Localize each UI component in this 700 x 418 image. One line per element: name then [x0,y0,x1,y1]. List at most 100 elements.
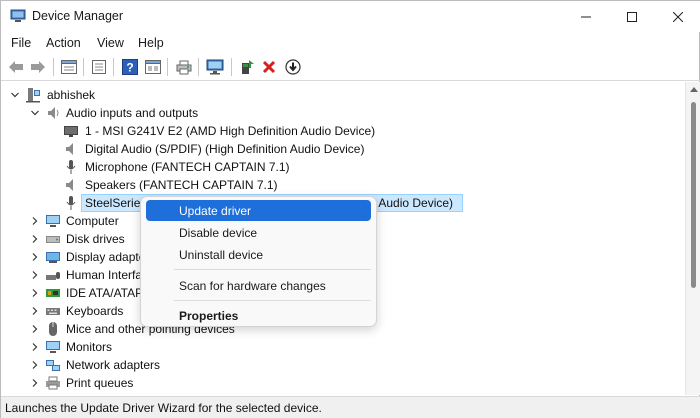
back-button[interactable] [6,57,26,77]
tree-category-label: Audio inputs and outputs [66,106,199,120]
chevron-right-icon[interactable] [29,341,41,353]
context-scan-hardware[interactable]: Scan for hardware changes [146,275,371,296]
properties-sheet-button[interactable] [89,57,109,77]
window-title: Device Manager [32,9,124,23]
maximize-button[interactable] [609,1,655,32]
forward-button[interactable] [28,57,48,77]
tree-category-audio[interactable]: Audio inputs and outputs [1,104,685,122]
keyboard-mouse-icon [46,272,60,280]
maximize-icon [627,11,637,22]
chevron-right-icon[interactable] [29,269,41,281]
chevron-down-icon[interactable] [9,89,21,101]
menu-view[interactable]: View [97,36,124,50]
update-driver-icon [242,60,254,74]
context-uninstall-device[interactable]: Uninstall device [146,244,371,265]
properties-grid-icon [61,60,77,74]
menu-help[interactable]: Help [138,36,164,50]
status-bar: Launches the Update Driver Wizard for th… [1,396,700,418]
title-bar[interactable]: Device Manager [1,1,700,32]
chevron-right-icon[interactable] [29,287,41,299]
chevron-right-icon[interactable] [29,233,41,245]
properties-sheet-icon [92,60,106,74]
help-button[interactable]: ? [120,57,140,77]
uninstall-button[interactable] [259,57,279,77]
chevron-right-icon[interactable] [29,215,41,227]
tree-device-row[interactable]: Microphone (FANTECH CAPTAIN 7.1) [1,158,685,176]
toolbar-separator [113,58,114,76]
speaker-icon [66,143,73,155]
print-icon [176,60,192,75]
tree-category-label: Human Interfa [66,268,143,282]
chevron-down-icon[interactable] [29,107,41,119]
tree-device-row[interactable]: Digital Audio (S/PDIF) (High Definition … [1,140,685,158]
tree-category-label: Keyboards [66,304,124,318]
ide-controller-icon [46,289,60,297]
context-separator [174,300,371,301]
microphone-icon [66,196,76,210]
tree-category-network[interactable]: Network adapters [1,356,685,374]
speaker-icon [48,107,59,119]
forward-icon [31,61,45,73]
context-menu: Update driver Disable device Uninstall d… [140,196,377,327]
svg-text:?: ? [126,61,133,75]
scroll-up-button[interactable] [686,84,700,94]
scrollbar-thumb[interactable] [691,102,696,288]
minimize-button[interactable] [563,1,609,32]
tree-category-label: IDE ATA/ATAPI [66,286,147,300]
chevron-right-icon[interactable] [29,251,41,263]
tree-device-label: SteelSeries [85,196,147,210]
context-update-driver[interactable]: Update driver [146,200,371,221]
chevron-right-icon[interactable] [29,305,41,317]
help-icon: ? [122,59,138,75]
close-icon [673,11,683,22]
tree-device-label: Digital Audio (S/PDIF) (High Definition … [85,142,365,156]
toolbar-separator [53,58,54,76]
tree-category-monitors[interactable]: Monitors [1,338,685,356]
tree-category-label: Print queues [66,376,134,390]
close-button[interactable] [655,1,700,32]
chevron-up-icon [689,87,698,92]
status-text: Launches the Update Driver Wizard for th… [5,401,322,415]
download-icon [285,59,301,75]
context-item-label: Uninstall device [179,248,264,262]
scan-hardware-button[interactable] [205,57,225,77]
print-button[interactable] [174,57,194,77]
monitor-scan-icon [206,59,224,75]
tree-category-label: Computer [66,214,119,228]
chevron-right-icon[interactable] [29,359,41,371]
show-hidden-button[interactable] [143,57,163,77]
menu-action[interactable]: Action [46,36,81,50]
speaker-icon [66,179,73,191]
context-disable-device[interactable]: Disable device [146,222,371,243]
tree-root-label: abhishek [47,88,96,102]
tree-device-row[interactable]: 1 - MSI G241V E2 (AMD High Definition Au… [1,122,685,140]
chevron-right-icon[interactable] [29,377,41,389]
network-adapter-icon [46,360,60,371]
toolbar-separator [198,58,199,76]
back-icon [9,61,23,73]
context-item-label: Update driver [179,204,252,218]
tree-root-row[interactable]: abhishek [1,86,685,104]
download-button[interactable] [283,57,303,77]
toolbar-separator [83,58,84,76]
printer-icon [46,376,60,390]
chevron-right-icon[interactable] [29,323,41,335]
menu-file[interactable]: File [11,36,31,50]
tree-device-row[interactable]: Speakers (FANTECH CAPTAIN 7.1) [1,176,685,194]
monitor-audio-icon [64,126,78,137]
context-item-label: Disable device [179,226,258,240]
update-driver-button[interactable] [237,57,257,77]
display-adapter-icon [46,252,60,263]
tree-device-label: 1 - MSI G241V E2 (AMD High Definition Au… [85,124,376,138]
tree-category-print-queues[interactable]: Print queues [1,374,685,392]
device-manager-app-icon [10,9,26,22]
tree-device-label: Microphone (FANTECH CAPTAIN 7.1) [85,160,290,174]
device-manager-window: Device Manager File Action View Help ? a… [0,0,700,418]
context-properties[interactable]: Properties [146,305,371,326]
minimize-icon [581,16,591,17]
computer-icon [46,215,60,227]
tree-device-label-tail: l Audio Device) [373,196,454,210]
properties-grid-button[interactable] [59,57,79,77]
uninstall-icon [262,60,276,74]
vertical-scrollbar[interactable] [685,82,700,395]
